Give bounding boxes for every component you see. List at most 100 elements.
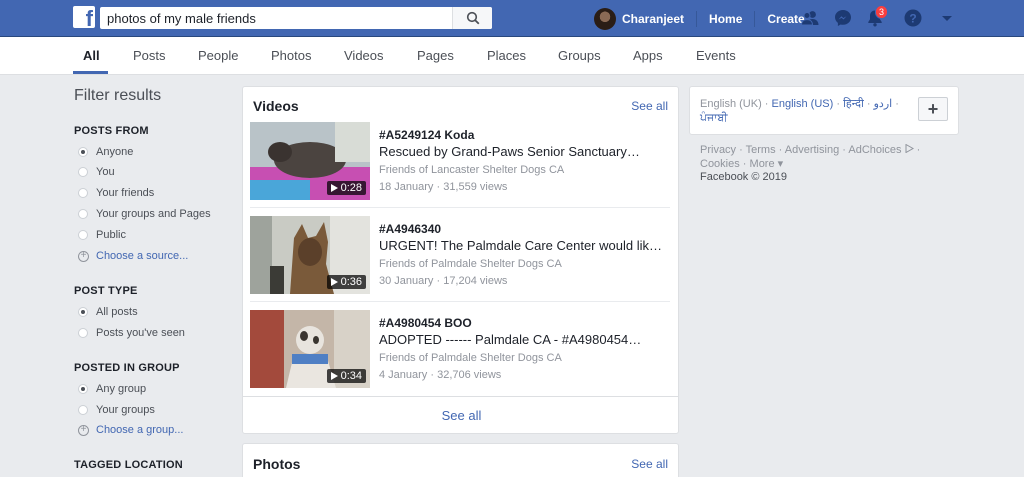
filter-option-any-group[interactable]: Any group: [78, 382, 146, 396]
video-thumbnail[interactable]: 0:28: [250, 122, 370, 200]
filter-heading-posted-in-group: POSTED IN GROUP: [74, 362, 180, 374]
tab-pages[interactable]: Pages: [417, 48, 454, 63]
tab-events[interactable]: Events: [696, 48, 736, 63]
video-result[interactable]: 0:34 #A4980454 BOO ADOPTED ------ Palmda…: [250, 310, 670, 396]
video-meta: 30 January · 17,204 views: [379, 275, 508, 287]
card-divider: [243, 396, 678, 397]
video-duration: 0:34: [326, 369, 366, 383]
photos-see-all-link[interactable]: See all: [631, 457, 668, 471]
current-language: English (UK): [700, 98, 762, 110]
option-label: Posts you've seen: [96, 327, 185, 339]
footer-link-adchoices[interactable]: AdChoices: [848, 143, 914, 156]
dropdown-caret-icon[interactable]: [937, 8, 957, 28]
facebook-logo[interactable]: f: [73, 6, 95, 28]
footer-link-more[interactable]: More ▾: [750, 158, 784, 170]
video-title[interactable]: #A4946340: [379, 222, 441, 236]
photos-heading: Photos: [253, 456, 301, 472]
video-description: ADOPTED ------ Palmdale CA - #A4980454…: [379, 332, 642, 347]
video-thumbnail[interactable]: 0:34: [250, 310, 370, 388]
filter-heading-post-type: POST TYPE: [74, 285, 138, 297]
language-link[interactable]: English (US): [772, 98, 834, 110]
videos-bottom-see-all[interactable]: See all: [243, 408, 680, 423]
choose-group-link[interactable]: + Choose a group...: [78, 423, 183, 437]
filter-option-posts-seen[interactable]: Posts you've seen: [78, 326, 185, 340]
video-source[interactable]: Friends of Lancaster Shelter Dogs CA: [379, 164, 564, 176]
video-duration: 0:36: [326, 275, 366, 289]
tab-photos[interactable]: Photos: [271, 48, 311, 63]
video-source[interactable]: Friends of Palmdale Shelter Dogs CA: [379, 258, 562, 270]
duration-text: 0:34: [340, 370, 362, 382]
footer-link-advertising[interactable]: Advertising: [785, 144, 839, 156]
search-icon: [466, 11, 479, 25]
notifications-button[interactable]: 3: [865, 5, 889, 28]
logo-letter: f: [85, 6, 93, 28]
video-title[interactable]: #A5249124 Koda: [379, 128, 474, 142]
filter-heading-tagged-location: TAGGED LOCATION: [74, 459, 183, 471]
filter-heading-posts-from: POSTS FROM: [74, 125, 149, 137]
radio-selected: [78, 147, 88, 157]
more-caret-icon: ▾: [777, 158, 784, 170]
user-nav: Charanjeet Home Create: [590, 0, 805, 37]
option-label: Choose a group...: [96, 424, 184, 436]
footer-link-cookies[interactable]: Cookies: [700, 158, 740, 170]
tab-all[interactable]: All: [83, 48, 100, 63]
option-label: All posts: [96, 306, 138, 318]
footer-links: Privacy · Terms · Advertising · AdChoice…: [700, 143, 921, 170]
footer-link-privacy[interactable]: Privacy: [700, 144, 736, 156]
filter-title: Filter results: [74, 87, 162, 104]
video-meta: 18 January · 31,559 views: [379, 181, 508, 193]
filter-option-groups-pages[interactable]: Your groups and Pages: [78, 207, 211, 221]
video-title[interactable]: #A4980454 BOO: [379, 316, 472, 330]
tab-videos[interactable]: Videos: [344, 48, 384, 63]
option-label: Your groups: [96, 404, 155, 416]
tab-apps[interactable]: Apps: [633, 48, 663, 63]
video-result[interactable]: 0:36 #A4946340 URGENT! The Palmdale Care…: [250, 216, 670, 302]
radio: [78, 230, 88, 240]
add-language-button[interactable]: +: [918, 97, 948, 121]
option-label: Your groups and Pages: [96, 208, 211, 220]
messenger-icon[interactable]: [833, 8, 853, 28]
video-source[interactable]: Friends of Palmdale Shelter Dogs CA: [379, 352, 562, 364]
radio: [78, 405, 88, 415]
option-label: You: [96, 166, 115, 178]
profile-link[interactable]: Charanjeet: [622, 12, 684, 26]
video-result[interactable]: 0:28 #A5249124 Koda Rescued by Grand-Paw…: [250, 122, 670, 208]
video-meta: 4 January · 32,706 views: [379, 369, 502, 381]
radio: [78, 188, 88, 198]
adchoices-icon: [905, 143, 914, 154]
filter-option-public[interactable]: Public: [78, 228, 126, 242]
home-link[interactable]: Home: [709, 12, 742, 26]
filter-option-all-posts[interactable]: All posts: [78, 305, 138, 319]
option-label: Any group: [96, 383, 147, 395]
radio-selected: [78, 307, 88, 317]
tab-groups[interactable]: Groups: [558, 48, 601, 63]
filter-option-your-groups[interactable]: Your groups: [78, 403, 155, 417]
copyright: Facebook © 2019: [700, 171, 787, 183]
filter-option-your-friends[interactable]: Your friends: [78, 186, 154, 200]
videos-see-all-link[interactable]: See all: [631, 99, 668, 113]
tab-people[interactable]: People: [198, 48, 238, 63]
svg-text:?: ?: [909, 11, 916, 25]
add-icon: +: [78, 424, 89, 436]
filter-option-anyone[interactable]: Anyone: [78, 145, 133, 159]
help-icon[interactable]: ?: [903, 8, 923, 28]
more-label: More: [749, 158, 775, 170]
video-thumbnail[interactable]: 0:36: [250, 216, 370, 294]
avatar[interactable]: [594, 7, 616, 30]
option-label: Public: [96, 229, 126, 241]
radio: [78, 209, 88, 219]
tab-places[interactable]: Places: [487, 48, 526, 63]
search-input[interactable]: [100, 7, 452, 29]
radio: [78, 167, 88, 177]
friend-requests-icon[interactable]: [800, 8, 820, 28]
search-button[interactable]: [452, 7, 492, 29]
language-link[interactable]: हिन्दी: [843, 98, 864, 110]
option-label: Your friends: [96, 187, 155, 199]
choose-source-link[interactable]: + Choose a source...: [78, 249, 188, 263]
footer-link-terms[interactable]: Terms: [746, 144, 776, 156]
filter-option-you[interactable]: You: [78, 165, 115, 179]
tab-posts[interactable]: Posts: [133, 48, 166, 63]
language-link[interactable]: ਪੰਜਾਬੀ: [700, 112, 728, 124]
language-link[interactable]: اردو: [874, 98, 893, 110]
video-description: Rescued by Grand-Paws Senior Sanctuary…: [379, 144, 640, 159]
